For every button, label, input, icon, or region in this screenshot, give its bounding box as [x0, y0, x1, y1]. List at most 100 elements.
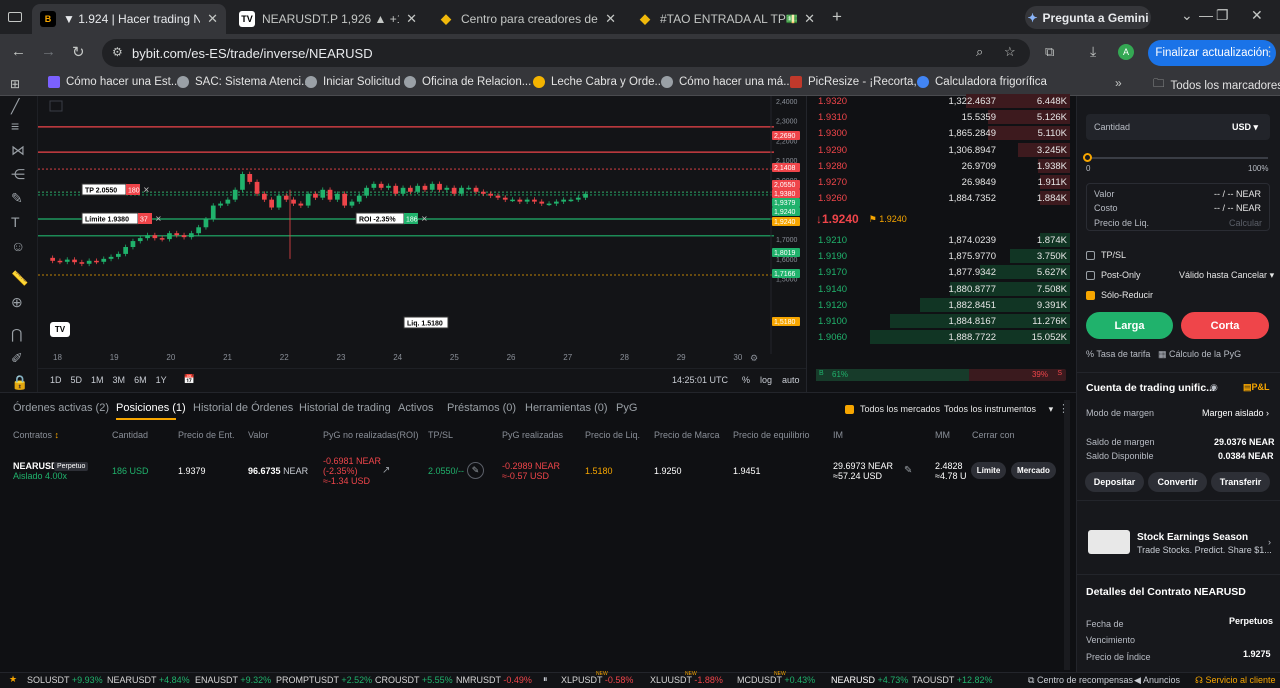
tab-search-icon[interactable] — [8, 12, 22, 22]
tab-tao[interactable]: ◆ #TAO ENTRADA AL TP💵💵 LO ✕ — [629, 4, 823, 34]
announcements-link[interactable]: ◀ Anuncios — [1134, 675, 1180, 686]
bookmark-6[interactable]: Cómo hacer una má... — [661, 76, 793, 88]
close-icon[interactable]: ✕ — [605, 11, 616, 27]
timeframe-1m[interactable]: 1M — [91, 375, 104, 385]
ticker-item[interactable]: NEARUSDT +4.84% — [107, 675, 190, 685]
ticker-item[interactable]: NMRUSDT -0.49% — [456, 675, 532, 685]
post-only-checkbox[interactable]: Post-Only — [1086, 270, 1141, 281]
tab-positions[interactable]: Posiciones (1) — [116, 402, 186, 414]
ask-row[interactable]: 1.9290 1,306.8947 3.245K — [816, 142, 1070, 158]
update-button[interactable]: Finalizar actualización — [1148, 40, 1276, 66]
bookmark-4[interactable]: Oficina de Relacion... — [404, 76, 531, 88]
bookmark-3[interactable]: Iniciar Solicitud — [305, 76, 400, 88]
position-roi-label[interactable]: ROI -2.35% 186 ✕ — [355, 212, 428, 225]
liq-calc-link[interactable]: Calcular — [1229, 218, 1262, 228]
minimize-icon[interactable]: — — [1199, 7, 1213, 23]
price-chart[interactable]: 2,40002,30002,20002,10002,00001,90001,80… — [38, 96, 806, 368]
maximize-icon[interactable]: ❐ — [1216, 7, 1229, 24]
tab-active-orders[interactable]: Órdenes activas (2) — [13, 402, 109, 414]
ticker-item[interactable]: TAOUSDT +12.82% — [912, 675, 992, 685]
forward-icon[interactable]: → — [41, 43, 56, 60]
chevron-right-icon[interactable]: › — [1268, 537, 1271, 547]
ticker-item[interactable]: ENAUSDT +9.32% — [195, 675, 271, 685]
reload-icon[interactable]: ↻ — [72, 43, 85, 61]
favorite-star-icon[interactable]: ★ — [9, 674, 17, 685]
bookmark-7[interactable]: PicResize - ¡Recorta,... — [790, 76, 926, 88]
bookmark-star-icon[interactable]: ☆ — [1004, 44, 1016, 60]
address-bar[interactable]: ⚙ bybit.com/es-ES/trade/inverse/NEARUSD … — [102, 39, 1030, 67]
lines-icon[interactable]: ≡ — [11, 118, 19, 134]
crosshair-icon[interactable]: ╱ — [11, 98, 19, 115]
ask-row[interactable]: 1.9300 1,865.2849 5.110K — [816, 125, 1070, 141]
fib-icon[interactable]: ⋈ — [11, 142, 25, 159]
deposit-button[interactable]: Depositar — [1085, 472, 1144, 492]
pnl-calc-link[interactable]: ▦ Cálculo de la PyG — [1158, 349, 1241, 360]
short-button[interactable]: Corta — [1181, 312, 1269, 339]
lock-draw-icon[interactable]: ✐ — [11, 350, 23, 367]
apps-icon[interactable]: ⊞ — [10, 77, 20, 91]
bookmark-8[interactable]: Calculadora frigorífica — [917, 76, 1047, 88]
fee-rate-link[interactable]: % Tasa de tarifa — [1086, 349, 1150, 359]
quantity-input[interactable]: Cantidad USD ▾ — [1086, 114, 1270, 140]
bid-row[interactable]: 1.9210 1,874.0239 1.874K — [816, 232, 1070, 248]
liq-price-label[interactable]: Liq. 1.5180 — [403, 316, 449, 329]
bid-row[interactable]: 1.9170 1,877.9342 5.627K — [816, 264, 1070, 280]
tab-order-history[interactable]: Historial de Órdenes — [193, 402, 293, 414]
download-icon[interactable]: ⤓ — [1090, 43, 1096, 60]
long-button[interactable]: Larga — [1086, 312, 1173, 339]
collapse-toggle[interactable] — [49, 100, 63, 112]
pl-link[interactable]: ▤P&L — [1243, 382, 1270, 393]
log-scale[interactable]: log — [760, 375, 772, 385]
promo-title[interactable]: Stock Earnings Season — [1137, 532, 1248, 543]
bid-row[interactable]: 1.9140 1,880.8777 7.508K — [816, 281, 1070, 297]
tpsl-checkbox[interactable]: TP/SL — [1086, 250, 1126, 261]
position-symbol[interactable]: NEARUSD — [13, 461, 58, 471]
share-icon[interactable]: ↗ — [382, 465, 390, 476]
chart-settings-icon[interactable]: ⚙ — [750, 354, 758, 364]
pattern-icon[interactable]: ⋲ — [11, 166, 25, 183]
quantity-unit-select[interactable]: USD ▾ — [1232, 122, 1258, 133]
slider-handle[interactable] — [1083, 153, 1092, 162]
close-limit-button[interactable]: Límite — [971, 462, 1006, 479]
site-info-icon[interactable]: ⚙ — [112, 45, 123, 59]
time-in-force-select[interactable]: Válido hasta Cancelar ▾ — [1179, 270, 1274, 281]
convert-button[interactable]: Convertir — [1148, 472, 1207, 492]
col-contract[interactable]: Contratos ↕ — [13, 430, 59, 440]
bid-row[interactable]: 1.9190 1,875.9770 3.750K — [816, 248, 1070, 264]
close-icon[interactable]: ✕ — [406, 11, 417, 27]
back-icon[interactable]: ← — [11, 43, 26, 60]
timeframe-3m[interactable]: 3M — [113, 375, 126, 385]
all-bookmarks[interactable]: 🗀 Todos los marcadores — [1153, 76, 1280, 95]
pause-ticker-icon[interactable]: ⏸ — [543, 674, 548, 685]
tab-loans[interactable]: Préstamos (0) — [447, 402, 516, 414]
close-icon[interactable]: ✕ — [804, 11, 815, 27]
bookmark-2[interactable]: SAC: Sistema Atenci... — [177, 76, 311, 88]
bid-row[interactable]: 1.9120 1,882.8451 9.391K — [816, 297, 1070, 313]
brush-icon[interactable]: ✎ — [11, 190, 23, 207]
tp-order-label[interactable]: TP 2.0550 180 ✕ — [81, 183, 150, 196]
bid-row[interactable]: 1.9100 1,884.8167 11.276K — [816, 313, 1070, 329]
menu-icon[interactable]: ⋮ — [1263, 44, 1276, 60]
ticker-item[interactable]: NEARUSD +4.73% — [831, 675, 908, 685]
close-icon[interactable]: ✕ — [207, 11, 218, 27]
timeframe-1d[interactable]: 1D — [50, 375, 62, 385]
bid-row[interactable]: 1.9060 1,888.7722 15.052K — [816, 329, 1070, 345]
support-link[interactable]: ☊ Servicio al cliente — [1195, 675, 1276, 686]
tab-pnl[interactable]: PyG — [616, 402, 637, 414]
timeframe-5d[interactable]: 5D — [71, 375, 83, 385]
ask-row[interactable]: 1.9270 26.9849 1.911K — [816, 174, 1070, 190]
tab-list-icon[interactable]: ⌄ — [1181, 7, 1193, 24]
ticker-item[interactable]: SOLUSDT +9.93% — [27, 675, 103, 685]
ticker-item[interactable]: PROMPTUSDT +2.52% — [276, 675, 372, 685]
quantity-slider[interactable] — [1088, 157, 1268, 159]
zoom-icon[interactable]: ⌕ — [976, 44, 983, 60]
ask-row[interactable]: 1.9320 1,322.4637 6.448K — [816, 93, 1070, 109]
ask-row[interactable]: 1.9310 15.5359 5.126K — [816, 109, 1070, 125]
ruler-icon[interactable]: 📏 — [11, 270, 28, 287]
calendar-icon[interactable]: 📅 — [184, 374, 195, 385]
tab-bybit[interactable]: B ▼ 1.924 | Hacer trading NEARUSD ✕ — [32, 4, 226, 34]
bookmark-1[interactable]: Cómo hacer una Est... — [48, 76, 180, 88]
limit-order-label[interactable]: Límite 1.9380 37 ✕ — [81, 212, 162, 225]
transfer-button[interactable]: Transferir — [1211, 472, 1270, 492]
tab-tools[interactable]: Herramientas (0) — [525, 402, 608, 414]
